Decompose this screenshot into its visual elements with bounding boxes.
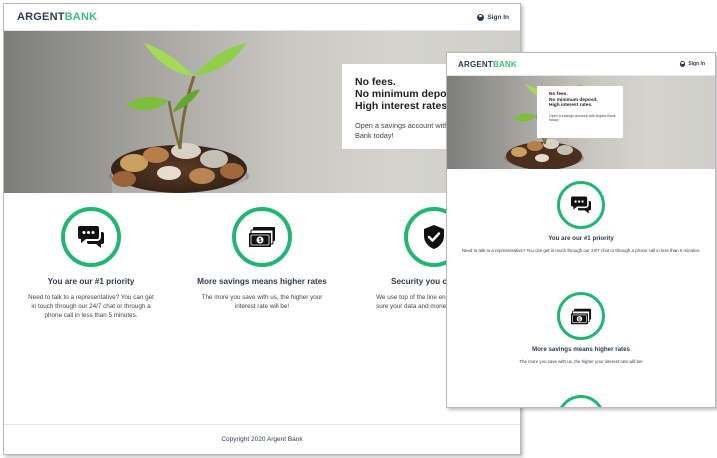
feature-title: More savings means higher rates bbox=[531, 346, 630, 353]
signin-label: Sign In bbox=[487, 13, 509, 21]
hero-subtitle: Open a savings account with Argent Bank … bbox=[549, 113, 616, 123]
user-circle-icon bbox=[679, 61, 686, 67]
feature-item: You are our #1 priority Need to talk to … bbox=[447, 181, 715, 254]
main-nav-mobile: ARGENTBANK Sign In bbox=[447, 53, 715, 76]
signin-label: Sign In bbox=[688, 61, 705, 67]
feature-title: More savings means higher rates bbox=[197, 277, 327, 286]
hero-banner-mobile: No fees. No minimum deposit. High intere… bbox=[447, 76, 715, 169]
user-circle-icon bbox=[477, 13, 485, 21]
signin-link[interactable]: Sign In bbox=[477, 13, 509, 21]
feature-title: You are our #1 priority bbox=[47, 277, 135, 286]
feature-text: The more you save with us, the higher yo… bbox=[201, 294, 323, 310]
brand-logo[interactable]: ARGENTBANK bbox=[17, 11, 97, 23]
hero-title-line: High interest rates. bbox=[549, 103, 593, 109]
feature-text: The more you save with us, the higher yo… bbox=[519, 359, 643, 365]
feature-item: You are our #1 priority Need to talk to … bbox=[16, 207, 166, 320]
chat-icon bbox=[78, 226, 104, 248]
feature-title: You are our #1 priority bbox=[548, 235, 614, 242]
chat-icon bbox=[571, 196, 591, 214]
hero-content-box: No fees. No minimum deposit. High intere… bbox=[537, 86, 623, 138]
svg-text:$: $ bbox=[258, 238, 261, 244]
footer: Copyright 2020 Argent Bank bbox=[4, 424, 520, 454]
hero-title: No fees. No minimum deposit. High intere… bbox=[549, 92, 623, 109]
mobile-view: ARGENTBANK Sign In No fees. No minimum d… bbox=[446, 52, 716, 408]
logo-text-bank: BANK bbox=[492, 59, 517, 69]
main-nav: ARGENTBANK Sign In bbox=[4, 4, 520, 31]
feature-text: Need to talk to a representative? You ca… bbox=[461, 248, 701, 254]
hero-banner: No fees. No minimum deposit. High intere… bbox=[4, 31, 520, 193]
security-icon bbox=[424, 225, 444, 249]
features-section-mobile: You are our #1 priority Need to talk to … bbox=[447, 169, 715, 407]
brand-logo[interactable]: ARGENTBANK bbox=[458, 60, 517, 69]
feature-icon-ring bbox=[557, 181, 605, 229]
feature-icon-ring bbox=[557, 395, 605, 407]
feature-icon-ring bbox=[61, 207, 121, 267]
money-icon: $ bbox=[570, 308, 592, 324]
logo-text-argent: ARGENT bbox=[17, 11, 65, 23]
footer-copyright: Copyright 2020 Argent Bank bbox=[221, 436, 303, 443]
features-section: You are our #1 priority Need to talk to … bbox=[4, 193, 520, 427]
feature-item: $ More savings means higher rates The mo… bbox=[447, 292, 715, 365]
logo-text-bank: BANK bbox=[64, 11, 98, 23]
money-icon: $ bbox=[249, 227, 275, 247]
feature-item: $ More savings means higher rates The mo… bbox=[187, 207, 337, 312]
feature-icon-ring: $ bbox=[557, 292, 605, 340]
feature-text: Need to talk to a representative? You ca… bbox=[28, 294, 154, 319]
desktop-view: ARGENTBANK Sign In No fees. No minimum d… bbox=[3, 3, 521, 455]
logo-text-argent: ARGENT bbox=[458, 59, 493, 69]
feature-item-partial bbox=[447, 395, 715, 407]
signin-link[interactable]: Sign In bbox=[679, 61, 705, 67]
feature-icon-ring: $ bbox=[232, 207, 292, 267]
